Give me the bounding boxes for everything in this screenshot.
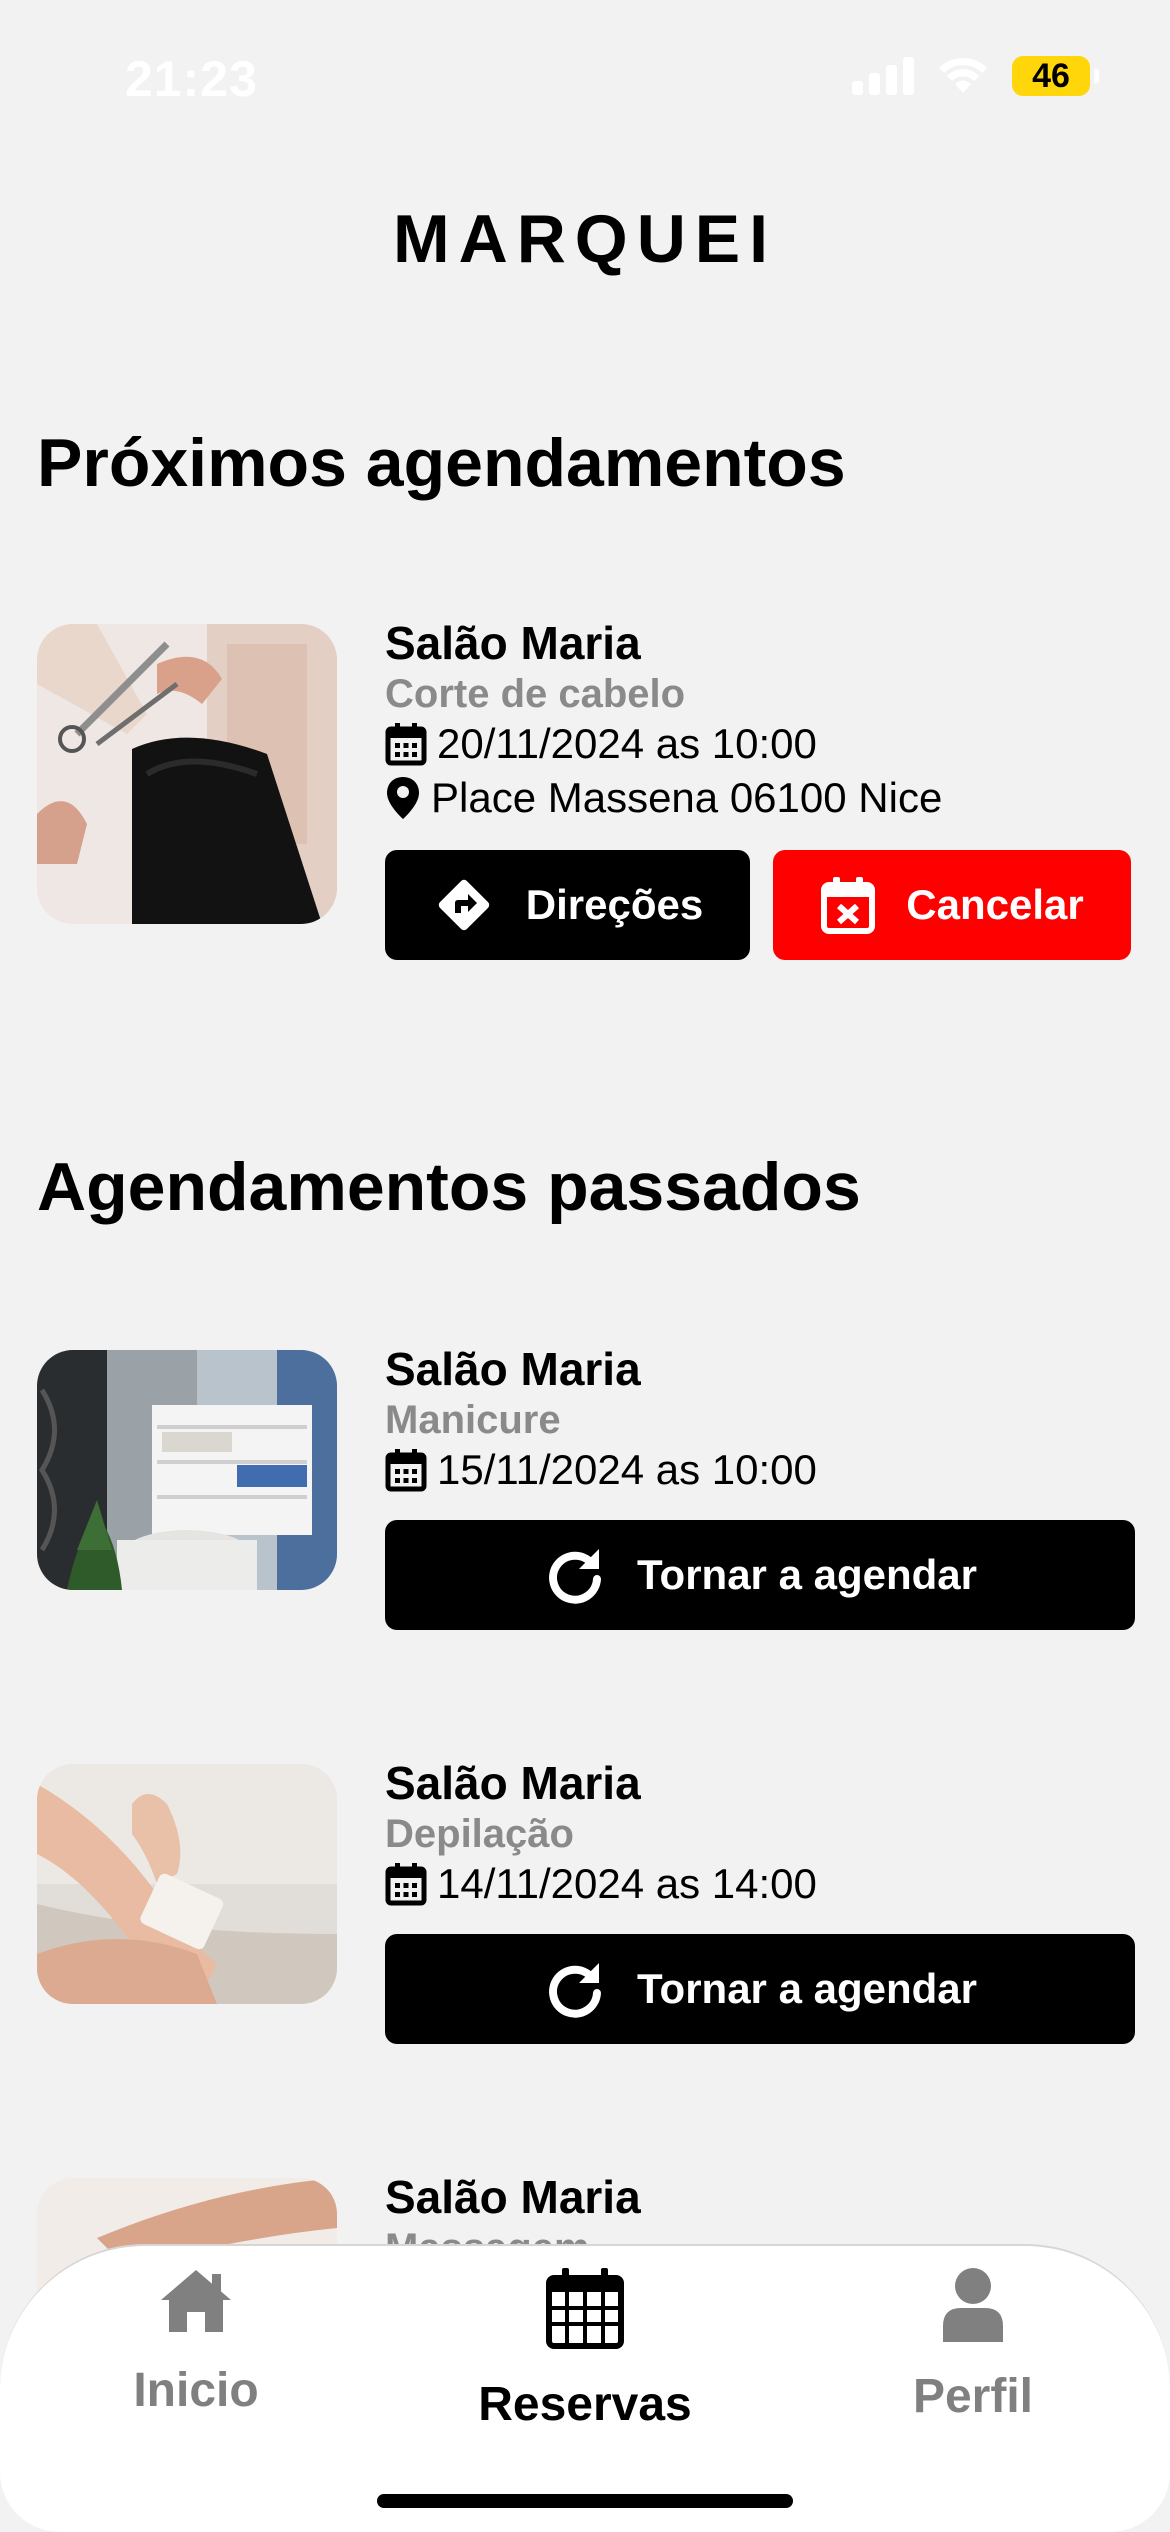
rebook-label: Tornar a agendar [637,1965,977,2012]
salon-interior-photo [37,1350,337,1590]
nav-item-inicio[interactable]: Inicio [46,2266,346,2418]
nav-item-reservas[interactable]: Reservas [435,2266,735,2432]
location-pin-icon [387,777,419,819]
bottom-navigation: Inicio Reservas Perfil [0,2244,1170,2532]
calendar-icon [385,1449,427,1492]
rebook-label: Tornar a agendar [637,1551,977,1598]
rebook-button[interactable]: Tornar a agendar [385,1520,1135,1630]
directions-button[interactable]: Direções [385,850,750,960]
battery-icon: 46 [1012,56,1099,96]
haircut-photo [37,624,337,924]
datetime-text: 14/11/2024 as 14:00 [437,1860,817,1907]
nav-item-perfil[interactable]: Perfil [823,2266,1123,2424]
service-name: Depilação [385,1812,574,1856]
upcoming-section-title: Próximos agendamentos [37,425,846,501]
datetime-text: 15/11/2024 as 10:00 [437,1446,817,1493]
salon-name: Salão Maria [385,1343,641,1395]
appointment-address: Place Massena 06100 Nice [385,774,942,822]
refresh-icon [549,1963,601,2018]
nav-label-reservas: Reservas [478,2378,692,2431]
salon-name: Salão Maria [385,2171,641,2223]
home-icon [161,2270,231,2332]
appointment-datetime: 15/11/2024 as 10:00 [385,1446,817,1494]
user-icon [943,2268,1003,2342]
calendar-icon [385,1863,427,1906]
wifi-icon [939,58,987,93]
service-name: Manicure [385,1398,561,1442]
nav-label-perfil: Perfil [912,2370,1034,2423]
nav-label-inicio: Inicio [133,2364,259,2417]
directions-label: Direções [525,881,704,928]
past-section-title: Agendamentos passados [37,1149,861,1225]
rebook-button[interactable]: Tornar a agendar [385,1934,1135,2044]
cellular-signal-icon [852,57,914,95]
address-text: Place Massena 06100 Nice [431,774,943,821]
directions-icon [438,879,489,931]
home-indicator [377,2494,793,2508]
calendar-icon [385,723,427,766]
service-name: Corte de cabelo [385,672,686,716]
status-time: 21:23 [125,51,258,107]
app-title: MARQUEI [392,201,778,277]
salon-name: Salão Maria [385,1757,641,1809]
waxing-photo [37,1764,337,2004]
calendar-cancel-icon [821,877,876,934]
cancel-label: Cancelar [906,881,1084,928]
status-bar: 21:23 46 [0,0,1170,150]
status-icons: 46 [852,56,1099,96]
appointment-datetime: 20/11/2024 as 10:00 [385,720,817,768]
cancel-button[interactable]: Cancelar [773,850,1131,960]
salon-name: Salão Maria [385,617,641,669]
datetime-text: 20/11/2024 as 10:00 [437,720,817,767]
refresh-icon [549,1549,601,1604]
calendar-icon [546,2268,624,2349]
appointment-datetime: 14/11/2024 as 14:00 [385,1860,817,1908]
